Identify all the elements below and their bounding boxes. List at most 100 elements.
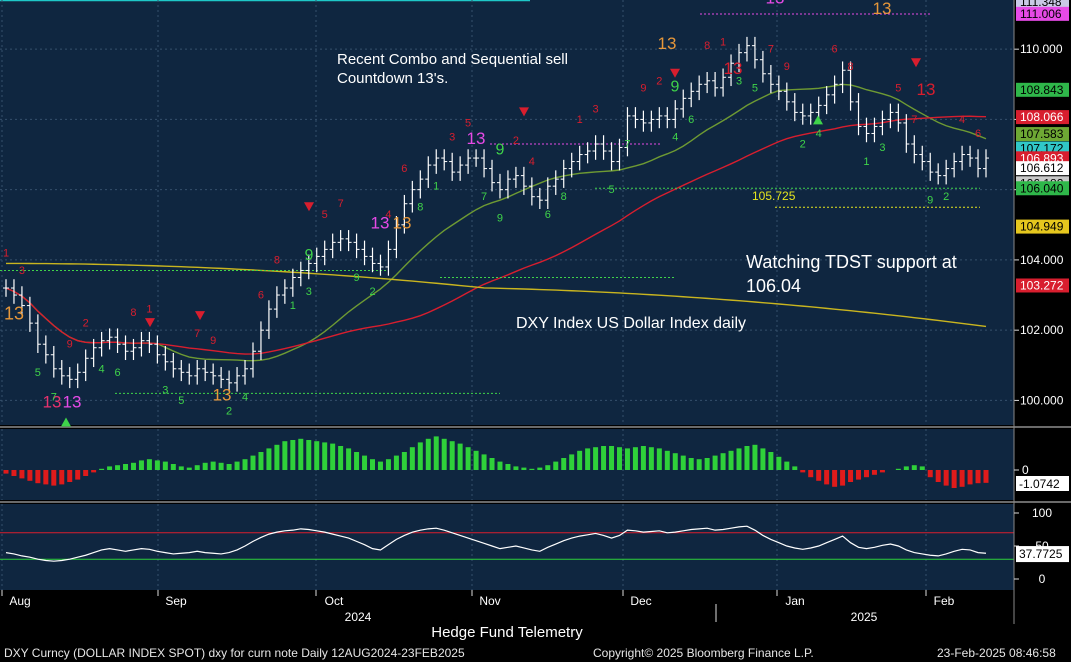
td-setup-digit: 7 [481,191,487,203]
macd-bar [808,470,814,478]
macd-bar [138,460,144,470]
td-setup-digit: 2 [226,405,232,417]
macd-bar [123,464,129,470]
macd-bar [672,453,678,470]
macd-bar [362,455,368,470]
macd-bar [601,446,607,470]
td-setup-digit: 6 [114,367,120,379]
rsi-y-tick-label: 0 [1039,572,1046,586]
td-setup-digit: 5 [178,395,184,407]
macd-bar [274,444,280,470]
td-setup-digit: 1 [146,304,152,316]
td-setup-digit: 5 [608,184,614,196]
month-label: Dec [630,594,651,608]
macd-bar [720,453,726,470]
macd-bar [768,452,774,470]
support-note-annotation: Watching TDST support at 106.04 [746,252,957,296]
macd-bar [863,470,869,478]
td-countdown-mark: 13 [766,0,785,8]
level-105-725-label: 105.725 [752,189,796,203]
macd-bar [306,440,312,470]
macd-bar [497,461,503,470]
macd-bar [35,470,41,484]
price-label: 111.006 [1020,7,1062,21]
macd-bar [146,459,152,470]
macd-zero-label: 0 [1022,463,1029,477]
macd-bar [704,458,710,470]
price-y-tick-label: 102.000 [1020,323,1064,337]
macd-bar [609,446,615,470]
td-setup-digit: 9 [784,61,790,73]
macd-bar [919,466,925,470]
footer-left: DXY Curncy (DOLLAR INDEX SPOT) dxy for c… [4,646,465,660]
macd-bar [545,465,551,470]
td-setup-digit: 5 [895,82,901,94]
macd-bar [162,461,168,470]
macd-bar [170,464,176,470]
macd-bar [935,470,941,482]
td-setup-digit: 7 [911,114,917,126]
td-countdown-mark: 13 [213,385,232,404]
rsi-y-tick-label: 100 [1032,506,1052,520]
macd-bar [75,470,81,480]
td-countdown-mark: 13 [658,34,677,53]
macd-bar [107,466,113,470]
td-setup-digit: 3 [19,265,25,277]
td-setup-digit: 2 [656,75,662,87]
macd-bar [226,464,232,470]
td-setup-digit: 2 [513,135,519,147]
td-setup-digit: 2 [800,139,806,151]
macd-bar [728,450,734,470]
price-label: 104.949 [1020,220,1064,234]
macd-bar [11,470,17,476]
price-labels: -1.074237.7725111.348111.006108.843108.0… [1016,0,1069,563]
macd-bar [816,470,822,481]
macd-bar [776,456,782,470]
footer-copyright: Copyright© 2025 Bloomberg Finance L.P. [593,646,814,660]
td-setup-digit: 1 [3,247,9,259]
macd-bar [529,468,535,470]
td-countdown-mark: 13 [393,213,412,232]
macd-bar [513,466,519,470]
td-countdown-mark: 13 [63,392,82,411]
td-countdown-mark: 13 [873,0,892,18]
year-label: 2025 [851,610,878,624]
macd-bar [322,442,328,470]
month-label: Sep [165,594,187,608]
macd-bar [3,470,9,474]
td-setup-digit: 1 [290,300,296,312]
td-setup-digit: 9 [67,339,73,351]
td-setup-digit: 9 [354,272,360,284]
macd-bar [473,450,479,470]
macd-bar [186,467,192,470]
macd-bar [51,470,57,486]
td-setup-digit: 5 [465,117,471,129]
macd-bar [752,444,758,470]
td-setup-digit: 7 [51,391,57,403]
macd-bar [656,448,662,470]
td-setup-digit: 9 [210,335,216,347]
macd-bar [234,461,240,470]
macd-bar [696,459,702,470]
macd-bar [465,447,471,470]
td-setup-digit: 4 [529,156,535,168]
price-label: 107.583 [1020,127,1064,141]
td-setup-digit: 1 [720,37,726,49]
td-setup-digit: 2 [83,318,89,330]
td-setup-digit: 2 [369,286,375,298]
td-countdown-mark: 9 [305,247,314,264]
macd-bar [377,461,383,470]
td-setup-digit: 2 [943,191,949,203]
td-setup-digit: 1 [863,156,869,168]
macd-bar [736,448,742,470]
macd-bar [561,458,567,470]
td-setup-digit: 3 [306,286,312,298]
td-setup-digit: 9 [640,82,646,94]
td-setup-digit: 4 [385,209,391,221]
macd-bar [27,470,33,481]
td-setup-digit: 3 [736,75,742,87]
macd-bar [648,447,654,470]
macd-bar [664,450,670,470]
macd-bar [760,448,766,470]
macd-bar [951,470,957,488]
